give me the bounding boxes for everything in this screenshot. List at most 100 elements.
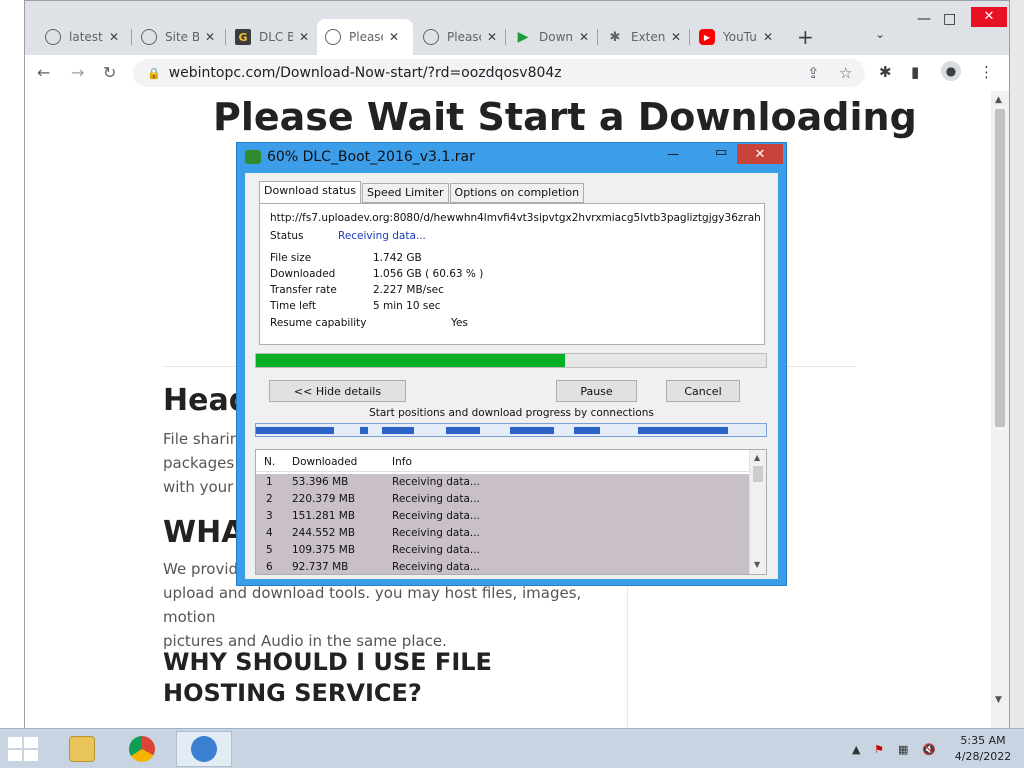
transfer-rate-value: 2.227 MB/sec <box>373 284 444 296</box>
close-icon[interactable]: ✕ <box>487 30 497 44</box>
scroll-thumb[interactable] <box>995 109 1005 427</box>
chrome-task[interactable] <box>114 731 170 767</box>
close-icon[interactable]: ✕ <box>579 30 589 44</box>
action-center-flag-icon[interactable]: ⚑ <box>874 743 884 756</box>
connections-progress-bar <box>255 423 767 437</box>
close-icon[interactable]: ✕ <box>109 30 119 44</box>
close-icon[interactable]: ✕ <box>389 30 399 44</box>
downloaded-label: Downloaded <box>270 268 336 280</box>
table-row[interactable]: 1 53.396 MB Receiving data... <box>256 474 750 491</box>
close-window-icon[interactable]: ✕ <box>971 7 1007 27</box>
scroll-down-icon[interactable]: ▼ <box>995 695 1002 705</box>
connections-list: N. Downloaded Info 1 53.396 MB Receiving… <box>255 449 767 575</box>
table-row[interactable]: 3 151.281 MB Receiving data... <box>256 508 750 525</box>
extensions-icon[interactable]: ✱ <box>879 63 892 81</box>
tab-2[interactable]: G DLC B ✕ <box>227 19 317 55</box>
tab-separator <box>597 29 598 45</box>
chevron-down-icon[interactable]: ⌄ <box>875 27 885 41</box>
side-panel-icon[interactable]: ▮ <box>911 63 919 81</box>
tab-0[interactable]: latest ✕ <box>37 19 127 55</box>
row-downloaded: 151.281 MB <box>292 510 356 522</box>
tab-label: Please <box>447 30 481 44</box>
table-row[interactable]: 2 220.379 MB Receiving data... <box>256 491 750 508</box>
close-icon[interactable]: ✕ <box>671 30 681 44</box>
pause-button[interactable]: Pause <box>556 380 637 402</box>
tab-3-active[interactable]: Please ✕ <box>317 19 413 55</box>
maximize-icon[interactable]: ▭ <box>715 145 727 160</box>
globe-icon <box>325 29 341 45</box>
globe-icon <box>45 29 61 45</box>
back-icon[interactable]: ← <box>37 63 50 82</box>
maximize-icon[interactable]: □ <box>943 11 956 27</box>
list-header: N. Downloaded Info <box>256 450 750 472</box>
list-scrollbar[interactable]: ▲ ▼ <box>749 450 766 574</box>
table-row[interactable]: 5 109.375 MB Receiving data... <box>256 542 750 559</box>
close-icon[interactable]: ✕ <box>763 30 773 44</box>
tab-options-on-completion[interactable]: Options on completion <box>449 183 585 203</box>
idm-task[interactable] <box>176 731 232 767</box>
tab-speed-limiter[interactable]: Speed Limiter <box>361 183 449 203</box>
heading-what: WHA <box>163 515 245 550</box>
transfer-rate-row: Transfer rate 2.227 MB/sec <box>270 284 444 296</box>
address-bar[interactable]: 🔒 webintopc.com/Download-Now-start/?rd=o… <box>133 59 865 87</box>
row-downloaded: 53.396 MB <box>292 476 349 488</box>
row-info: Receiving data... <box>392 544 480 556</box>
scroll-up-icon[interactable]: ▲ <box>995 95 1002 105</box>
menu-kebab-icon[interactable]: ⋮ <box>979 63 994 81</box>
connection-segment <box>638 427 728 434</box>
row-info: Receiving data... <box>392 510 480 522</box>
star-icon[interactable]: ☆ <box>839 64 852 82</box>
profile-avatar-icon[interactable]: ● <box>941 61 961 81</box>
tab-label: Site B <box>165 30 199 44</box>
time-left-value: 5 min 10 sec <box>373 300 441 312</box>
row-downloaded: 220.379 MB <box>292 493 356 505</box>
hide-details-button[interactable]: << Hide details <box>269 380 406 402</box>
scroll-down-icon[interactable]: ▼ <box>754 560 760 569</box>
idm-app-icon <box>245 150 261 164</box>
connections-label: Start positions and download progress by… <box>369 407 654 419</box>
scroll-thumb[interactable] <box>753 466 763 482</box>
tab-download-status[interactable]: Download status <box>259 181 361 203</box>
scroll-up-icon[interactable]: ▲ <box>754 453 760 462</box>
progress-fill <box>256 354 566 367</box>
close-icon[interactable]: ✕ <box>737 144 783 164</box>
tab-1[interactable]: Site B ✕ <box>133 19 223 55</box>
row-info: Receiving data... <box>392 493 480 505</box>
forward-icon[interactable]: → <box>71 63 84 82</box>
table-row[interactable]: 4 244.552 MB Receiving data... <box>256 525 750 542</box>
file-explorer-task[interactable] <box>54 731 110 767</box>
system-clock[interactable]: 5:35 AM 4/28/2022 <box>948 733 1018 765</box>
tab-6[interactable]: ✱ Exten ✕ <box>599 19 689 55</box>
close-icon[interactable]: ✕ <box>299 30 309 44</box>
tab-4[interactable]: Please ✕ <box>415 19 505 55</box>
idm-body: Download status Speed Limiter Options on… <box>245 173 778 579</box>
resume-label: Resume capability <box>270 317 367 329</box>
minimize-icon[interactable]: — <box>667 147 679 161</box>
resume-value: Yes <box>451 317 468 329</box>
network-icon[interactable]: ▦ <box>898 743 908 756</box>
browser-toolbar: ← → ↻ 🔒 webintopc.com/Download-Now-start… <box>25 55 1009 91</box>
tab-label: DLC B <box>259 30 293 44</box>
tab-5[interactable]: ▶ Down ✕ <box>507 19 597 55</box>
page-scrollbar[interactable]: ▲ ▼ <box>991 91 1009 729</box>
minimize-icon[interactable]: — <box>917 11 931 27</box>
connection-segment <box>256 427 334 434</box>
row-downloaded: 92.737 MB <box>292 561 349 573</box>
new-tab-button[interactable]: + <box>797 25 814 49</box>
windows-start-icon[interactable] <box>8 737 38 761</box>
cancel-button[interactable]: Cancel <box>666 380 740 402</box>
share-icon[interactable]: ⇪ <box>807 64 820 82</box>
volume-muted-icon[interactable]: 🔇 <box>922 743 936 756</box>
close-icon[interactable]: ✕ <box>205 30 215 44</box>
page-title: Please Wait Start a Downloading <box>213 95 917 139</box>
download-url: http://fs7.uploadev.org:8080/d/hewwhn4lm… <box>270 212 760 224</box>
connection-segment <box>574 427 600 434</box>
connection-segment <box>360 427 368 434</box>
tray-chevron-icon[interactable]: ▲ <box>852 743 860 756</box>
table-row[interactable]: 6 92.737 MB Receiving data... <box>256 559 750 574</box>
row-downloaded: 109.375 MB <box>292 544 356 556</box>
row-info: Receiving data... <box>392 527 480 539</box>
heading-why: WHY SHOULD I USE FILE HOSTING SERVICE? <box>163 648 492 707</box>
tab-7[interactable]: ▶ YouTu ✕ <box>691 19 781 55</box>
reload-icon[interactable]: ↻ <box>103 63 116 82</box>
